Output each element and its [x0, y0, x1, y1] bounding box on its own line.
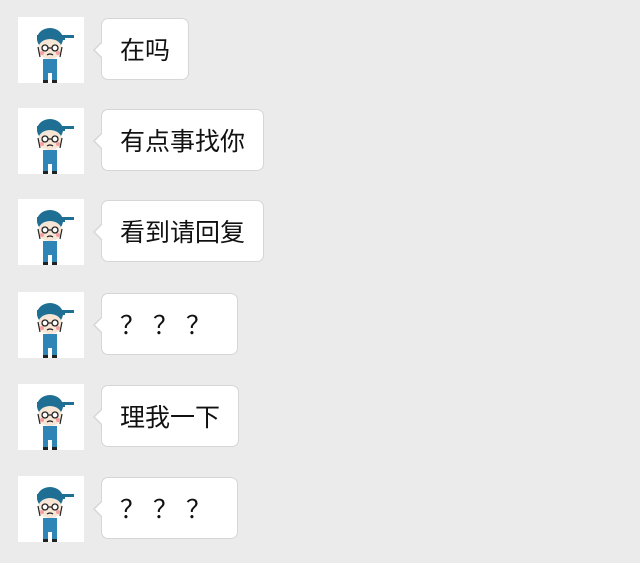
message-row: 有点事找你 [0, 108, 640, 178]
avatar[interactable] [18, 17, 84, 83]
message-row: ？？？ [0, 292, 640, 362]
message-row: 看到请回复 [0, 199, 640, 269]
avatar[interactable] [18, 199, 84, 265]
avatar[interactable] [18, 108, 84, 174]
message-text: ？？？ [120, 311, 220, 340]
cartoon-boy-avatar-icon [18, 108, 84, 174]
chat-window: 在吗 有点事找你 看到请回复 ？？？ 理我一下 ？？？ [0, 0, 640, 563]
cartoon-boy-avatar-icon [18, 199, 84, 265]
message-bubble[interactable]: ？？？ [92, 293, 239, 355]
avatar[interactable] [18, 476, 84, 542]
message-text: 看到请回复 [120, 218, 246, 247]
message-bubble[interactable]: 有点事找你 [92, 109, 265, 171]
message-bubble[interactable]: 在吗 [92, 18, 190, 80]
message-text: 在吗 [120, 36, 171, 65]
message-bubble[interactable]: ？？？ [92, 477, 239, 539]
message-bubble[interactable]: 理我一下 [92, 385, 240, 447]
cartoon-boy-avatar-icon [18, 17, 84, 83]
message-text: 理我一下 [120, 403, 221, 432]
avatar[interactable] [18, 384, 84, 450]
message-bubble[interactable]: 看到请回复 [92, 200, 265, 262]
message-row: ？？？ [0, 476, 640, 546]
avatar[interactable] [18, 292, 84, 358]
message-text: ？？？ [120, 495, 220, 524]
cartoon-boy-avatar-icon [18, 476, 84, 542]
cartoon-boy-avatar-icon [18, 292, 84, 358]
message-row: 在吗 [0, 17, 640, 87]
cartoon-boy-avatar-icon [18, 384, 84, 450]
message-row: 理我一下 [0, 384, 640, 454]
message-text: 有点事找你 [120, 127, 246, 156]
